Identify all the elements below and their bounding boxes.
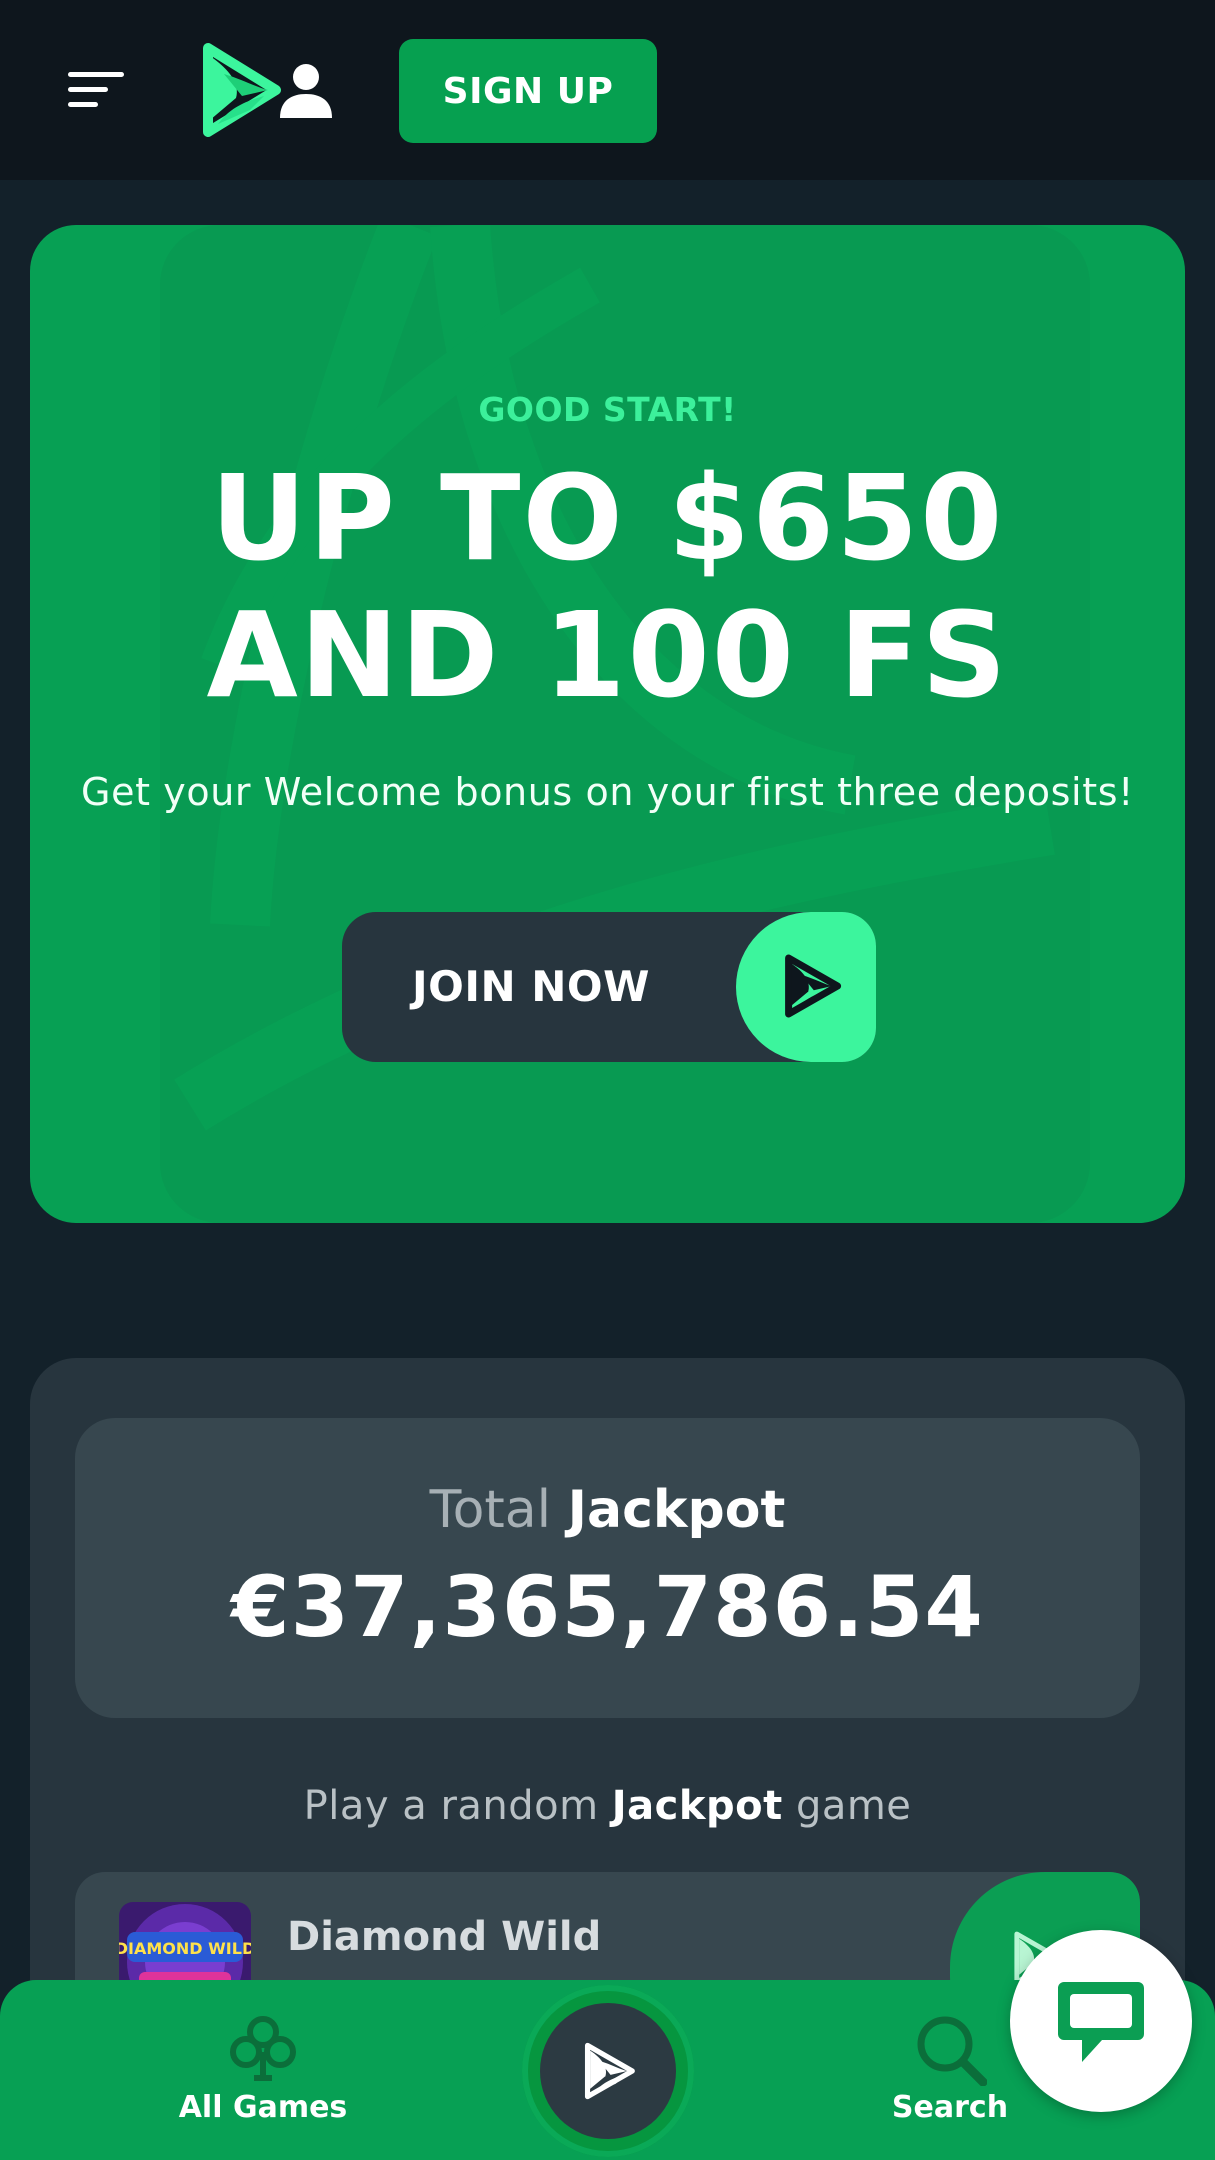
brand-logo-icon[interactable]: [188, 40, 288, 140]
nav-all-games-label: All Games: [178, 2090, 348, 2125]
user-icon[interactable]: [280, 62, 332, 118]
random-bold: Jackpot: [611, 1783, 783, 1829]
jackpot-title-bold: Jackpot: [567, 1480, 786, 1540]
banner-background-pattern: [160, 225, 1090, 1223]
nav-all-games[interactable]: All Games: [133, 1980, 393, 2160]
top-bar: SIGN UP: [0, 0, 1215, 180]
random-prefix: Play a random: [303, 1783, 599, 1829]
game-name: Diamond Wild: [287, 1914, 602, 1960]
jackpot-title: Total Jackpot: [75, 1480, 1140, 1540]
nav-home-button[interactable]: [522, 1985, 694, 2157]
brand-logo-icon: [584, 2042, 635, 2100]
join-now-label: JOIN NOW: [412, 962, 650, 1011]
nav-search-label: Search: [891, 2090, 1009, 2125]
chat-bubble-icon: [1058, 1982, 1144, 2062]
live-chat-button[interactable]: [1010, 1930, 1192, 2112]
bonus-description: Get your Welcome bonus on your first thr…: [81, 770, 1134, 814]
jackpot-title-light: Total: [429, 1480, 552, 1540]
headline-line-2: AND 100 FS: [206, 586, 1009, 724]
total-jackpot-card: Total Jackpot €37,365,786.54: [75, 1418, 1140, 1718]
bonus-eyebrow: GOOD START!: [478, 390, 737, 429]
sign-up-button[interactable]: SIGN UP: [399, 39, 657, 143]
nav-home-inner: [540, 2003, 676, 2139]
random-jackpot-prompt: Play a random Jackpot game: [30, 1783, 1185, 1829]
club-icon: [230, 2016, 296, 2081]
search-icon: [917, 2016, 987, 2086]
headline-line-1: UP TO $650: [210, 449, 1005, 587]
welcome-bonus-banner: GOOD START! UP TO $650 AND 100 FS Get yo…: [30, 225, 1185, 1223]
hamburger-menu-icon[interactable]: [68, 70, 124, 110]
jackpot-amount: €37,365,786.54: [231, 1558, 984, 1656]
brand-logo-icon: [785, 954, 842, 1018]
join-now-button[interactable]: JOIN NOW: [342, 912, 876, 1062]
bonus-headline: UP TO $650 AND 100 FS: [30, 450, 1185, 724]
join-logo-badge: [736, 912, 876, 1062]
random-suffix: game: [795, 1783, 912, 1829]
thumb-text: DIAMOND WILD: [119, 1939, 251, 1958]
